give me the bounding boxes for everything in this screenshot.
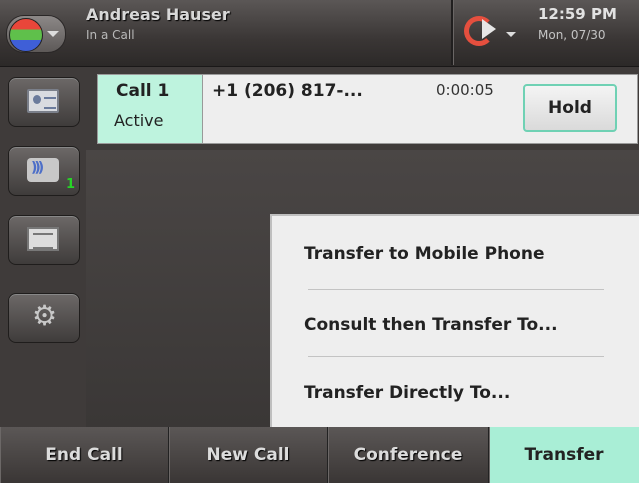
documents-icon	[27, 227, 59, 251]
call-tab[interactable]: Call 1 Active	[98, 75, 203, 143]
voicemail-button[interactable]: 1	[8, 146, 80, 196]
status-header: Andreas Hauser In a Call 12:59 PM Mon, 0…	[0, 0, 639, 67]
arrow-right-icon	[482, 19, 496, 39]
clock-time: 12:59 PM	[538, 5, 617, 23]
call-phone-number: +1 (206) 817-...	[212, 81, 363, 101]
header-divider	[451, 0, 453, 65]
clock-date: Mon, 07/30	[538, 28, 606, 42]
menu-item-consult-transfer[interactable]: Consult then Transfer To...	[304, 315, 604, 335]
end-call-button[interactable]: End Call	[0, 427, 169, 483]
presence-status-icon	[9, 18, 43, 52]
menu-divider	[308, 289, 604, 290]
active-call-row[interactable]: Call 1 Active +1 (206) 817-... 0:00:05 H…	[97, 74, 638, 144]
directory-button[interactable]	[8, 215, 80, 265]
chevron-down-icon	[47, 31, 59, 37]
voicemail-icon	[27, 158, 59, 182]
presence-selector[interactable]	[6, 15, 66, 53]
conference-button[interactable]: Conference	[328, 427, 489, 483]
new-call-button[interactable]: New Call	[169, 427, 328, 483]
voicemail-count-badge: 1	[65, 177, 75, 192]
call-forward-button[interactable]	[458, 6, 524, 58]
call-duration: 0:00:05	[436, 81, 494, 99]
transfer-menu: Transfer to Mobile Phone Consult then Tr…	[270, 214, 639, 429]
user-status: In a Call	[86, 28, 135, 42]
user-name: Andreas Hauser	[86, 5, 230, 24]
transfer-button[interactable]: Transfer	[489, 427, 639, 483]
settings-icon	[27, 299, 59, 332]
call-state: Active	[114, 111, 164, 130]
menu-item-transfer-directly[interactable]: Transfer Directly To...	[304, 383, 604, 403]
menu-item-transfer-mobile[interactable]: Transfer to Mobile Phone	[304, 244, 604, 264]
chevron-down-icon	[506, 32, 516, 37]
call-label: Call 1	[116, 81, 170, 101]
menu-divider	[308, 356, 604, 357]
contacts-button[interactable]	[8, 77, 80, 127]
contacts-icon	[27, 89, 59, 113]
softkey-bar: End Call New Call Conference Transfer	[0, 427, 639, 483]
settings-button[interactable]	[8, 293, 80, 343]
hold-button[interactable]: Hold	[523, 84, 617, 132]
